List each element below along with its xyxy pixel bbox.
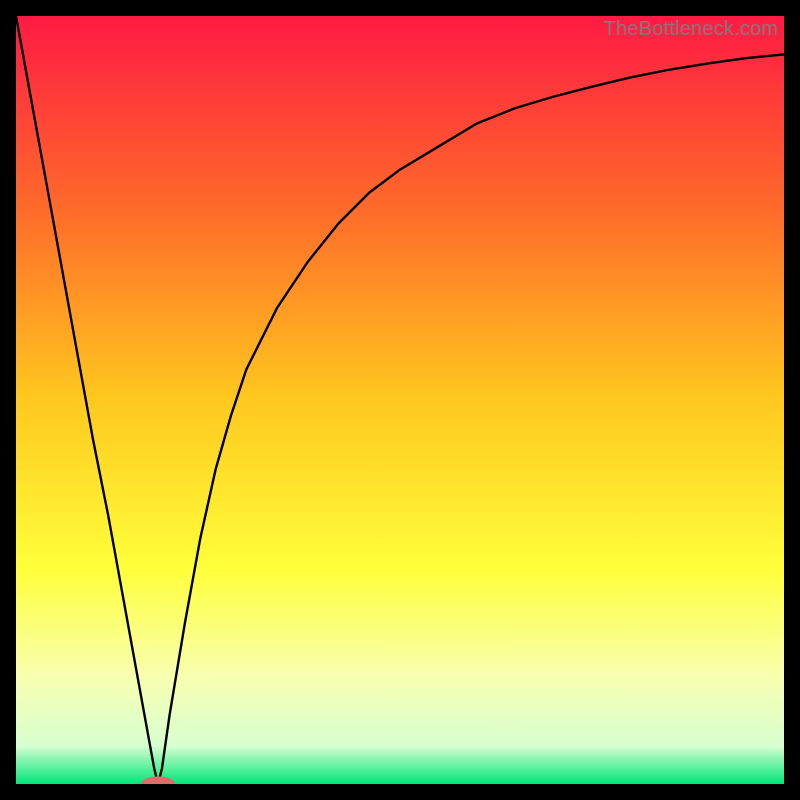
gradient-background — [16, 16, 784, 784]
watermark-text: TheBottleneck.com — [603, 18, 778, 41]
chart-frame: TheBottleneck.com — [16, 16, 784, 784]
chart-svg — [16, 16, 784, 784]
